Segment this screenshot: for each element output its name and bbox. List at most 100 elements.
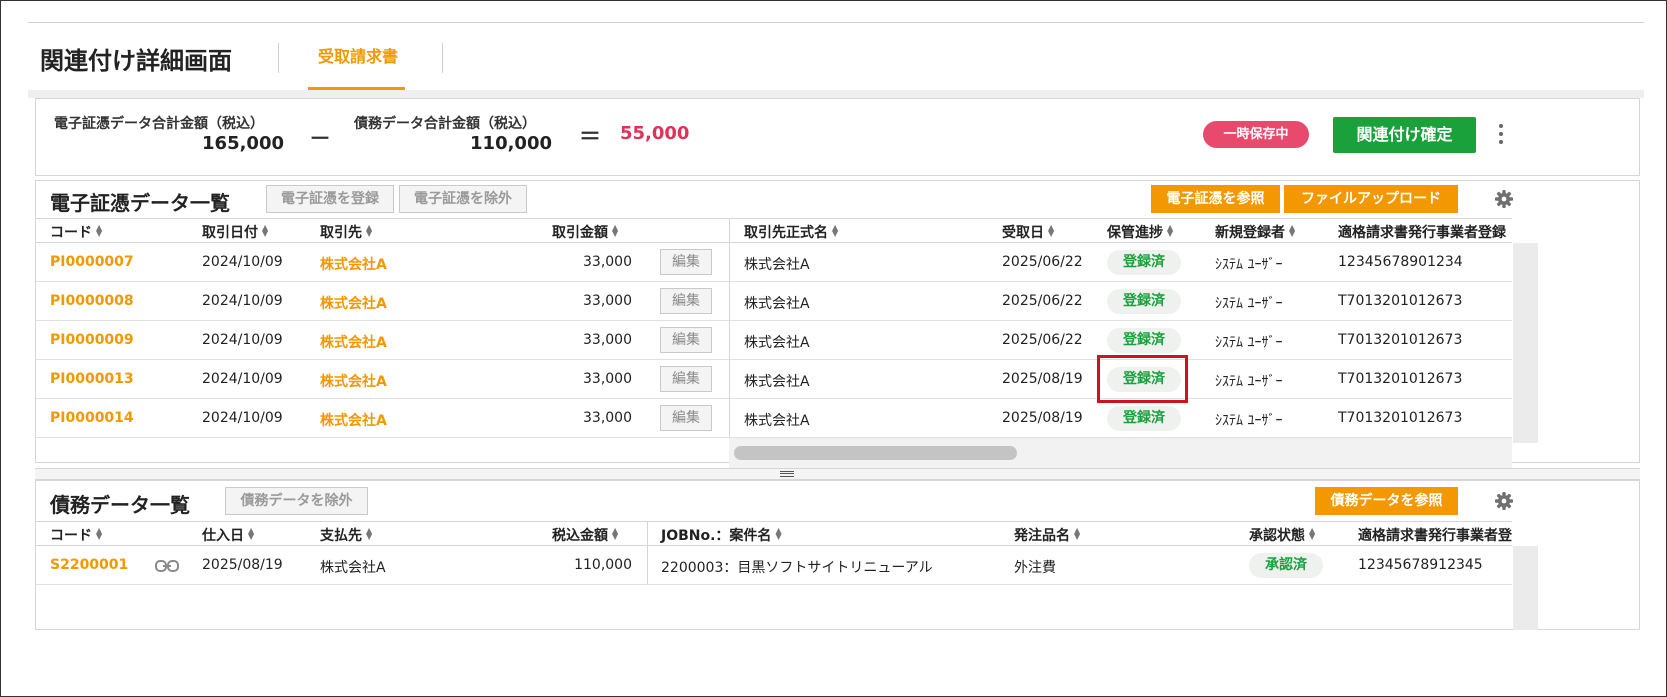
register-evidence-button[interactable]: 電子証憑を登録 (266, 185, 394, 213)
col-header-storage-status[interactable]: 保管進捗 ▲ ▼ (1107, 222, 1173, 242)
col-label: コード (50, 225, 92, 241)
col-header-order-item[interactable]: 発注品名 ▲ ▼ (1014, 525, 1080, 545)
horizontal-scrollbar-thumb[interactable] (734, 446, 1017, 460)
invoice-number: 12345678901234 (1338, 254, 1463, 270)
debt-total-value: 110,000 (470, 133, 552, 154)
col-header-job[interactable]: JOBNo.：案件名 ▲ ▼ (661, 525, 782, 545)
edit-button[interactable]: 編集 (660, 249, 712, 275)
panel-resize-handle[interactable] (35, 468, 1640, 480)
tab-received-invoice[interactable]: 受取請求書 (318, 43, 398, 67)
exclude-evidence-button[interactable]: 電子証憑を除外 (399, 185, 527, 213)
edit-button[interactable]: 編集 (660, 366, 712, 392)
evidence-panel: 電子証憑データ一覧 電子証憑を登録 電子証憑を除外 電子証憑を参照 ファイルアッ… (35, 180, 1640, 468)
file-upload-button[interactable]: ファイルアップロード (1284, 185, 1458, 213)
debt-total-label: 債務データ合計金額（税込） (354, 116, 536, 132)
received-date: 2025/06/22 (1002, 332, 1083, 348)
sort-icon: ▲ ▼ (366, 223, 373, 238)
transaction-date: 2024/10/09 (202, 410, 283, 426)
transaction-date: 2024/10/09 (202, 332, 283, 348)
status-badge: 登録済 (1107, 328, 1181, 353)
registrant: ｼｽﾃﾑ ﾕｰｻﾞｰ (1215, 335, 1283, 351)
col-label: 取引先正式名 (744, 225, 828, 241)
vertical-scrollbar[interactable] (1513, 243, 1538, 443)
edit-button[interactable]: 編集 (660, 327, 712, 353)
transaction-amount: 33,000 (583, 410, 632, 426)
vertical-scrollbar[interactable] (1513, 546, 1538, 630)
col-header-purchase-date[interactable]: 仕入日 ▲ ▼ (202, 525, 254, 545)
col-header-approval-status[interactable]: 承認状態 ▲ ▼ (1249, 525, 1315, 545)
sort-icon: ▲ ▼ (1167, 223, 1174, 238)
tax-incl-amount: 110,000 (574, 557, 632, 573)
col-header-invoice-registration[interactable]: 適格請求書発行事業者登録 (1338, 222, 1506, 242)
col-header-partner[interactable]: 取引先 ▲ ▼ (320, 222, 372, 242)
purchase-date: 2025/08/19 (202, 557, 283, 573)
col-header-date[interactable]: 取引日付 ▲ ▼ (202, 222, 268, 242)
col-label: 取引日付 (202, 225, 258, 241)
transaction-amount: 33,000 (583, 371, 632, 387)
code-link[interactable]: PI0000008 (50, 293, 134, 309)
table-row[interactable]: PI0000013 2024/10/09 株式会社A 33,000 編集 株式会… (36, 360, 1512, 399)
edit-button[interactable]: 編集 (660, 405, 712, 431)
col-label: 承認状態 (1249, 528, 1305, 544)
table-row[interactable]: PI0000014 2024/10/09 株式会社A 33,000 編集 株式会… (36, 399, 1512, 438)
partner-link[interactable]: 株式会社A (320, 332, 387, 352)
code-link[interactable]: PI0000009 (50, 332, 134, 348)
registrant: ｼｽﾃﾑ ﾕｰｻﾞｰ (1215, 296, 1283, 312)
col-header-amount[interactable]: 取引金額 ▲ ▼ (552, 222, 618, 242)
col-header-tax-incl-amount[interactable]: 税込金額 ▲ ▼ (552, 525, 618, 545)
drag-handle-icon[interactable] (780, 471, 794, 477)
col-label: 新規登録者 (1215, 225, 1285, 241)
minus-sign: － (309, 127, 332, 152)
more-options-icon[interactable] (1494, 121, 1508, 151)
col-header-official-name[interactable]: 取引先正式名 ▲ ▼ (744, 222, 838, 242)
settings-gear-icon[interactable] (1494, 189, 1514, 209)
sort-icon: ▲ ▼ (1309, 526, 1316, 541)
equals-sign: ＝ (579, 125, 602, 150)
summary-bar: 電子証憑データ合計金額（税込） 165,000 － 債務データ合計金額（税込） … (35, 98, 1640, 176)
partner-link[interactable]: 株式会社A (320, 254, 387, 274)
annotation-highlight-box (1097, 355, 1188, 403)
link-icon[interactable] (155, 559, 179, 573)
col-label: 支払先 (320, 528, 362, 544)
partner-link[interactable]: 株式会社A (320, 410, 387, 430)
table-row[interactable]: S2200001 2025/08/19 株式会社A 110,000 220000… (36, 546, 1512, 585)
page-title: 関連付け詳細画面 (40, 47, 232, 75)
debt-panel: 債務データ一覧 債務データを除外 債務データを参照 コード ▲ ▼ 仕入日 ▲ ▼ 支払… (35, 480, 1640, 630)
evidence-total-value: 165,000 (202, 133, 284, 154)
table-row[interactable]: PI0000008 2024/10/09 株式会社A 33,000 編集 株式会… (36, 282, 1512, 321)
debt-panel-title: 債務データ一覧 (50, 493, 190, 517)
col-header-code[interactable]: コード ▲ ▼ (50, 222, 102, 242)
table-row[interactable]: PI0000009 2024/10/09 株式会社A 33,000 編集 株式会… (36, 321, 1512, 360)
partner-link[interactable]: 株式会社A (320, 371, 387, 391)
col-header-payee[interactable]: 支払先 ▲ ▼ (320, 525, 372, 545)
browse-debt-button[interactable]: 債務データを参照 (1315, 487, 1458, 515)
app-root: 関連付け詳細画面 受取請求書 電子証憑データ合計金額（税込） 165,000 －… (28, 22, 1644, 697)
received-date: 2025/08/19 (1002, 410, 1083, 426)
confirm-association-button[interactable]: 関連付け確定 (1333, 117, 1476, 153)
invoice-number: T7013201012673 (1338, 293, 1463, 309)
code-link[interactable]: PI0000014 (50, 410, 134, 426)
edit-button[interactable]: 編集 (660, 288, 712, 314)
exclude-debt-button[interactable]: 債務データを除外 (225, 487, 368, 515)
code-link[interactable]: PI0000007 (50, 254, 134, 270)
transaction-date: 2024/10/09 (202, 371, 283, 387)
settings-gear-icon[interactable] (1494, 491, 1514, 511)
col-header-received[interactable]: 受取日 ▲ ▼ (1002, 222, 1054, 242)
transaction-amount: 33,000 (583, 332, 632, 348)
table-row[interactable]: PI0000007 2024/10/09 株式会社A 33,000 編集 株式会… (36, 243, 1512, 282)
page-header: 関連付け詳細画面 受取請求書 (28, 23, 1644, 91)
sort-icon: ▲ ▼ (1289, 223, 1296, 238)
invoice-number: T7013201012673 (1338, 332, 1463, 348)
frozen-column-divider (729, 218, 730, 462)
col-header-code[interactable]: コード ▲ ▼ (50, 525, 102, 545)
header-divider (278, 43, 279, 73)
status-badge: 登録済 (1107, 406, 1181, 431)
col-header-registrant[interactable]: 新規登録者 ▲ ▼ (1215, 222, 1295, 242)
partner-link[interactable]: 株式会社A (320, 293, 387, 313)
browse-evidence-button[interactable]: 電子証憑を参照 (1151, 185, 1280, 213)
received-date: 2025/06/22 (1002, 293, 1083, 309)
col-header-invoice-registration[interactable]: 適格請求書発行事業者登 (1358, 525, 1512, 545)
code-link[interactable]: PI0000013 (50, 371, 134, 387)
code-link[interactable]: S2200001 (50, 557, 128, 573)
status-badge: 登録済 (1107, 289, 1181, 314)
